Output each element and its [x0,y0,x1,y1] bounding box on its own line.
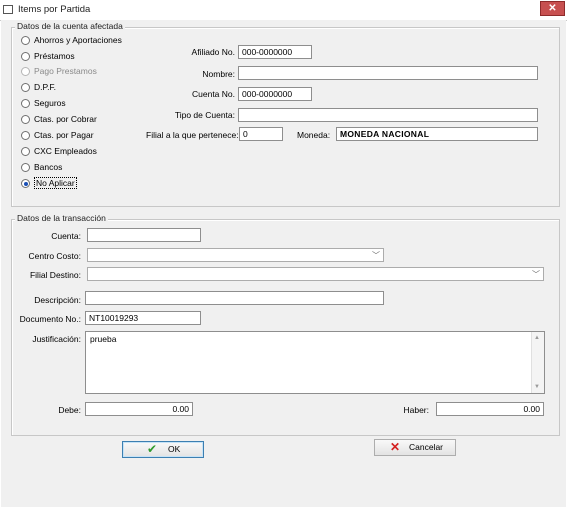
window-icon [3,5,13,14]
moneda-label: Moneda: [297,130,331,140]
transaccion-legend: Datos de la transacción [15,213,108,223]
nombre-field[interactable] [238,66,538,80]
justificacion-label: Justificación: [32,334,81,344]
cuenta-no-label: Cuenta No. [192,89,235,99]
cuenta-no-field[interactable]: 000-0000000 [238,87,312,101]
close-icon: ✕ [548,3,557,14]
radio-ctas-pagar[interactable]: Ctas. por Pagar [21,130,151,143]
scroll-up-icon[interactable]: ▲ [534,335,540,341]
radio-seguros[interactable]: Seguros [21,98,151,111]
cuenta-afectada-legend: Datos de la cuenta afectada [15,21,125,31]
centro-costo-label: Centro Costo: [28,251,81,261]
filial-label: Filial a la que pertenece: [146,130,239,140]
radio-bancos[interactable]: Bancos [21,162,151,175]
radio-label: Seguros [34,98,66,108]
debe-label: Debe: [58,405,81,415]
haber-field[interactable]: 0.00 [436,402,544,416]
moneda-field[interactable]: MONEDA NACIONAL [336,127,538,141]
documento-label: Documento No.: [19,314,81,324]
radio-button[interactable] [21,36,30,45]
cuenta-label: Cuenta: [51,231,81,241]
radio-no-aplicar[interactable]: No Aplicar [21,177,151,191]
radio-button-selected[interactable] [21,179,30,188]
documento-field[interactable]: NT10019293 [85,311,201,325]
ok-button-label: OK [168,444,181,454]
radio-ctas-cobrar[interactable]: Ctas. por Cobrar [21,114,151,127]
radio-button[interactable] [21,52,30,61]
radio-dpf[interactable]: D.P.F. [21,82,151,95]
title-bar: Items por Partida ✕ [0,0,567,21]
radio-label: Pago Prestamos [34,66,97,76]
justificacion-text: prueba [90,334,117,344]
filial-destino-select[interactable]: ﹀ [87,267,544,281]
afiliado-field[interactable]: 000-0000000 [238,45,312,59]
filial-destino-label: Filial Destino: [29,270,81,280]
radio-cxc-empleados[interactable]: CXC Empleados [21,146,151,159]
descripcion-field[interactable] [85,291,384,305]
radio-label: Bancos [34,162,63,172]
justificacion-textarea[interactable]: prueba ▲ ▼ [85,331,545,394]
tipo-cuenta-field[interactable] [238,108,538,122]
radio-label: No Aplicar [34,177,77,189]
chevron-down-icon: ﹀ [372,251,380,260]
window-title: Items por Partida [18,4,91,15]
centro-costo-select[interactable]: ﹀ [87,248,384,262]
checkmark-icon: ✔ [147,442,158,456]
radio-ahorros[interactable]: Ahorros y Aportaciones [21,35,151,48]
scroll-down-icon[interactable]: ▼ [534,384,540,390]
cross-icon: ✕ [390,440,401,454]
filial-field[interactable]: 0 [239,127,283,141]
afiliado-label: Afiliado No. [191,47,235,57]
cuenta-field[interactable] [87,228,201,242]
nombre-label: Nombre: [202,69,235,79]
radio-button[interactable] [21,163,30,172]
radio-button[interactable] [21,115,30,124]
radio-button[interactable] [21,83,30,92]
tipo-cuenta-label: Tipo de Cuenta: [174,110,235,120]
radio-label: Préstamos [34,51,75,61]
radio-label: CXC Empleados [34,146,97,156]
ok-button[interactable]: ✔ OK [122,441,204,458]
haber-label: Haber: [403,405,429,415]
radio-button[interactable] [21,147,30,156]
cancel-button-label: Cancelar [409,442,444,452]
radio-label: Ctas. por Pagar [34,130,94,140]
cancel-button[interactable]: ✕ Cancelar [374,439,456,456]
radio-label: D.P.F. [34,82,57,92]
descripcion-label: Descripción: [34,295,81,305]
radio-label: Ctas. por Cobrar [34,114,97,124]
vertical-scrollbar[interactable]: ▲ ▼ [531,332,544,393]
chevron-down-icon: ﹀ [532,270,540,279]
radio-pago-prestamos: Pago Prestamos [21,66,151,79]
dialog-body: Datos de la cuenta afectada Ahorros y Ap… [1,20,566,507]
radio-button[interactable] [21,99,30,108]
debe-field[interactable]: 0.00 [85,402,193,416]
close-button[interactable]: ✕ [540,1,565,16]
radio-label: Ahorros y Aportaciones [34,35,122,45]
radio-button [21,67,30,76]
radio-prestamos[interactable]: Préstamos [21,51,151,64]
radio-button[interactable] [21,131,30,140]
